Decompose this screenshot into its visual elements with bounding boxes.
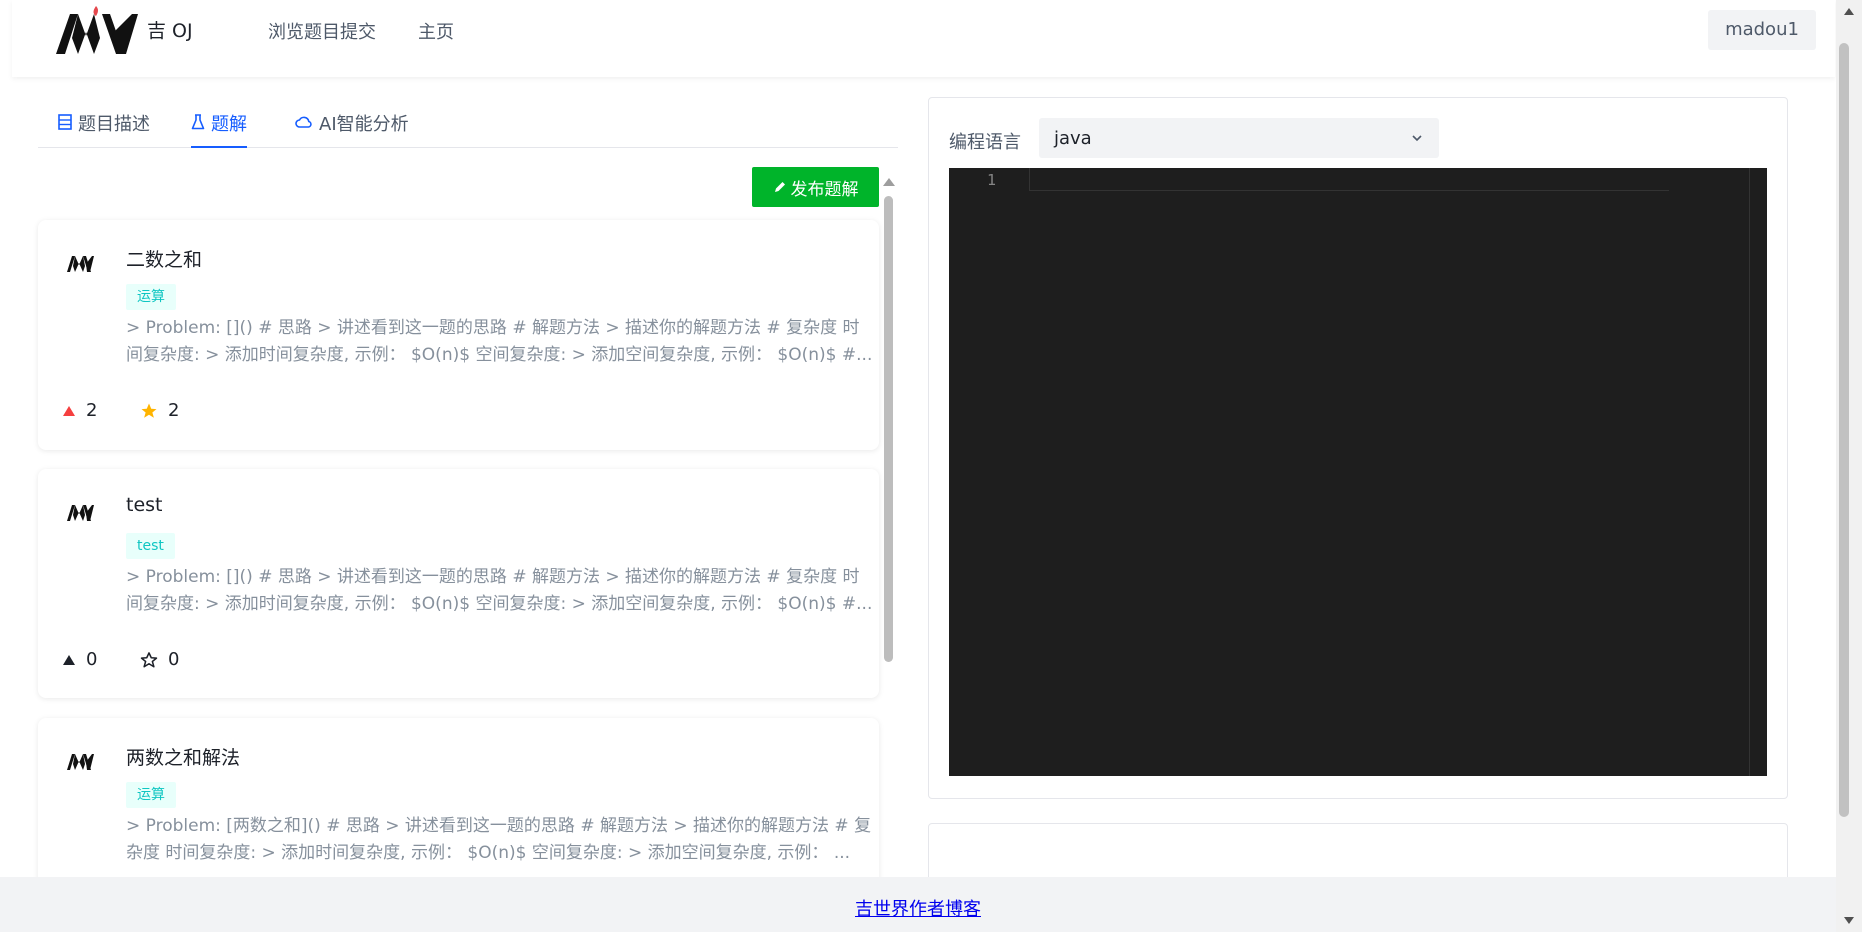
top-nav: 吉 OJ 浏览题目提交 主页 madou1 <box>12 0 1835 77</box>
tab-solutions[interactable]: 题解 <box>191 110 247 148</box>
solution-tag: 运算 <box>126 782 176 808</box>
star-filled-icon <box>141 403 157 418</box>
solution-title[interactable]: 两数之和解法 <box>126 743 240 770</box>
solution-tag: test <box>126 533 175 559</box>
publish-solution-label: 发布题解 <box>790 179 859 200</box>
scrollbar-thumb[interactable] <box>884 196 893 662</box>
author-avatar[interactable] <box>59 242 99 282</box>
footer: 吉世界作者博客 <box>0 877 1836 932</box>
language-select[interactable]: java <box>1039 118 1439 158</box>
result-panel <box>928 823 1788 883</box>
logo-icon[interactable] <box>52 2 142 58</box>
solution-title[interactable]: test <box>126 494 163 516</box>
flask-icon <box>191 114 205 130</box>
solution-card[interactable]: 二数之和 运算 > Problem: []() # 思路 > 讲述看到这一题的思… <box>38 220 879 450</box>
chevron-down-icon <box>1412 135 1422 142</box>
solution-title[interactable]: 二数之和 <box>126 245 202 272</box>
author-blog-link[interactable]: 吉世界作者博客 <box>855 895 981 921</box>
solution-tag: 运算 <box>126 284 176 310</box>
scroll-up-arrow-icon[interactable] <box>883 178 895 186</box>
tab-ai-analysis-label: AI智能分析 <box>319 114 409 135</box>
tab-solutions-label: 题解 <box>211 114 247 135</box>
like-count[interactable]: 2 <box>62 400 97 421</box>
thumb-up-icon <box>63 654 75 665</box>
like-count[interactable]: 0 <box>62 649 97 670</box>
page-scrollbar[interactable] <box>1836 0 1862 932</box>
current-line-highlight <box>1029 168 1669 191</box>
nav-browse-submissions[interactable]: 浏览题目提交 <box>268 18 376 44</box>
language-label: 编程语言 <box>949 132 1021 153</box>
solution-card[interactable]: 两数之和解法 运算 > Problem: [两数之和]() # 思路 > 讲述看… <box>38 718 879 898</box>
page-scrollbar-thumb[interactable] <box>1839 43 1849 817</box>
solution-card[interactable]: test test > Problem: []() # 思路 > 讲述看到这一题… <box>38 469 879 698</box>
tab-description-label: 题目描述 <box>78 114 150 135</box>
cloud-icon <box>295 116 312 128</box>
scroll-up-arrow-icon[interactable] <box>1844 8 1854 15</box>
scroll-down-arrow-icon[interactable] <box>1844 917 1854 924</box>
line-number: 1 <box>987 171 997 189</box>
publish-solution-button[interactable]: 发布题解 <box>752 167 879 207</box>
nav-home[interactable]: 主页 <box>418 18 454 44</box>
problem-tabs: 题目描述 题解 AI智能分析 <box>38 100 898 148</box>
tab-ai-analysis[interactable]: AI智能分析 <box>295 110 409 148</box>
code-editor-panel: 编程语言 java 1 <box>928 97 1788 799</box>
author-avatar[interactable] <box>59 491 99 531</box>
author-avatar[interactable] <box>59 740 99 780</box>
language-value: java <box>1054 127 1092 149</box>
solution-summary: > Problem: []() # 思路 > 讲述看到这一题的思路 # 解题方法… <box>126 318 873 365</box>
tab-description[interactable]: 题目描述 <box>58 110 150 148</box>
user-menu-button[interactable]: madou1 <box>1708 10 1816 50</box>
thumb-up-icon <box>63 405 75 416</box>
editor-scroll-track[interactable] <box>1749 168 1750 776</box>
pencil-icon <box>774 182 785 192</box>
list-icon <box>58 114 72 130</box>
solution-list-scrollbar[interactable] <box>880 172 898 872</box>
brand-name: 吉 OJ <box>147 20 193 42</box>
code-editor[interactable]: 1 <box>949 168 1767 776</box>
star-outline-icon <box>140 651 158 667</box>
solution-summary: > Problem: []() # 思路 > 讲述看到这一题的思路 # 解题方法… <box>126 567 873 614</box>
solution-summary: > Problem: [两数之和]() # 思路 > 讲述看到这一题的思路 # … <box>126 816 872 863</box>
star-count[interactable]: 0 <box>140 649 179 670</box>
star-count[interactable]: 2 <box>140 400 179 421</box>
